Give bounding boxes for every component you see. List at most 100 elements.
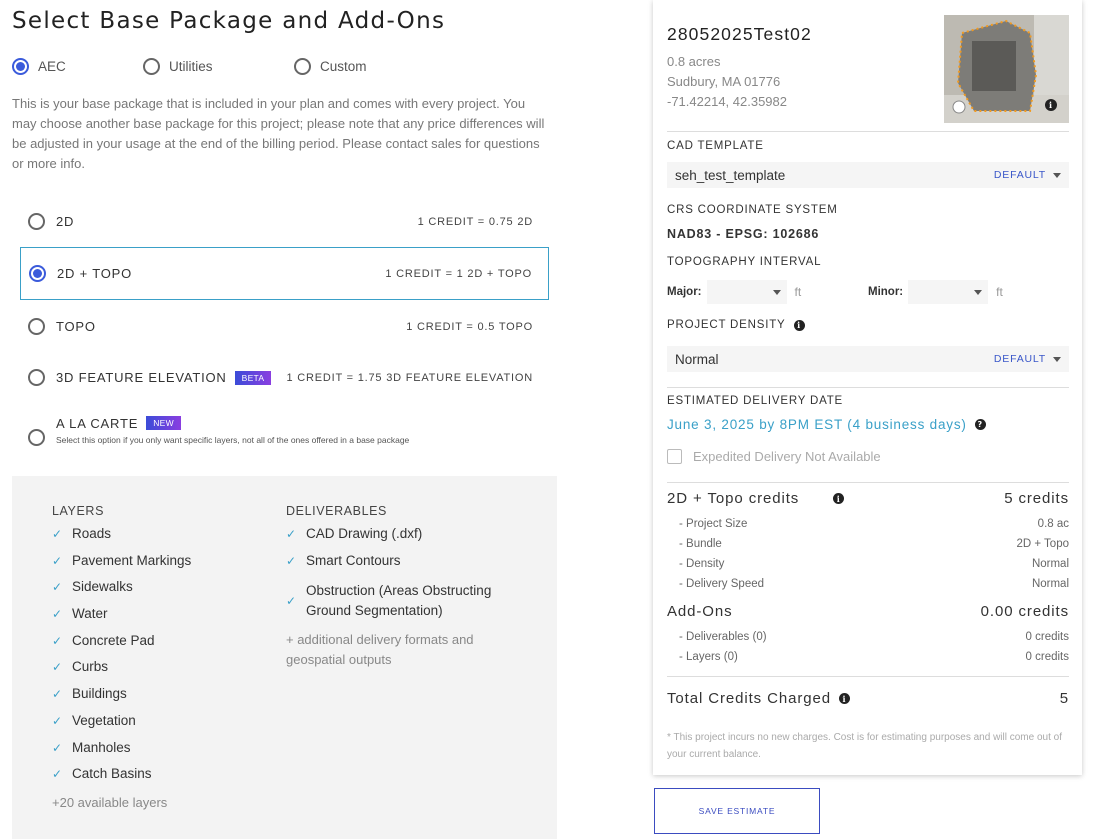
- package-a-la-carte[interactable]: A LA CARTE NEW Select this option if you…: [20, 403, 549, 457]
- package-name: 2D + TOPO: [57, 266, 132, 281]
- package-topo[interactable]: TOPO 1 CREDIT = 0.5 TOPO: [20, 300, 549, 353]
- addons-row: Add-Ons 0.00 credits: [667, 603, 1069, 620]
- info-icon[interactable]: i: [833, 493, 845, 504]
- package-name: TOPO: [56, 319, 96, 334]
- project-meta: 0.8 acres Sudbury, MA 01776 -71.42214, 4…: [667, 52, 787, 112]
- unit-label: ft: [794, 285, 802, 299]
- list-item: ✓ CAD Drawing (.dxf): [286, 524, 526, 551]
- deliverables-heading: DELIVERABLES: [286, 504, 387, 518]
- radio-button[interactable]: [28, 318, 45, 335]
- list-item: ✓ Vegetation: [52, 711, 191, 738]
- list-item: ✓ Pavement Markings: [52, 551, 191, 578]
- unit-label: ft: [996, 285, 1003, 299]
- chevron-down-icon: [1053, 356, 1061, 362]
- radio-button[interactable]: [294, 58, 311, 75]
- select-value: Normal: [675, 351, 719, 367]
- layers-heading: LAYERS: [52, 504, 105, 518]
- radio-custom[interactable]: Custom: [294, 58, 367, 75]
- credit-detail-row: - Density Normal: [679, 558, 1069, 570]
- major-interval-select[interactable]: [706, 280, 787, 304]
- more-deliverables-text: + additional delivery formats and geospa…: [286, 632, 474, 668]
- project-coords: -71.42214, 42.35982: [667, 94, 787, 109]
- package-name: A LA CARTE: [56, 415, 139, 431]
- select-value: seh_test_template: [675, 167, 786, 183]
- check-icon: ✓: [286, 553, 297, 568]
- check-icon: ✓: [52, 740, 63, 755]
- addons-value: 0.00 credits: [980, 603, 1069, 620]
- radio-label: Utilities: [169, 59, 213, 74]
- check-icon: ✓: [52, 687, 63, 702]
- checkbox[interactable]: [667, 449, 682, 464]
- crs-value: NAD83 - EPSG: 102686: [667, 227, 820, 241]
- expedited-delivery-checkbox[interactable]: Expedited Delivery Not Available: [667, 449, 881, 464]
- check-icon: ✓: [52, 633, 63, 648]
- credits-label: 2D + Topo credits: [667, 490, 800, 507]
- delivery-date-value: June 3, 2025 by 8PM EST (4 business days…: [667, 417, 967, 432]
- radio-button[interactable]: [29, 265, 46, 282]
- list-item: ✓ Concrete Pad: [52, 631, 191, 658]
- radio-button[interactable]: [12, 58, 29, 75]
- project-map-thumbnail[interactable]: i: [944, 15, 1069, 123]
- beta-badge: BETA: [234, 370, 272, 385]
- estimate-panel: 28052025Test02 0.8 acres Sudbury, MA 017…: [653, 0, 1082, 775]
- radio-button[interactable]: [28, 428, 45, 446]
- check-icon: ✓: [52, 580, 63, 595]
- radio-button[interactable]: [28, 369, 45, 386]
- base-credits-row: 2D + Topo credits i 5 credits: [667, 490, 1069, 507]
- more-layers-text: +20 available layers: [52, 794, 168, 810]
- list-item: ✓ Obstruction (Areas Obstructing Ground S…: [286, 582, 492, 618]
- total-label: Total Credits Charged: [667, 690, 831, 707]
- new-badge: NEW: [146, 416, 181, 430]
- check-icon: ✓: [52, 660, 63, 675]
- minor-interval-select[interactable]: [908, 280, 989, 304]
- addon-detail-row: - Deliverables (0) 0 credits: [679, 631, 1069, 643]
- checkbox-label: Expedited Delivery Not Available: [693, 449, 881, 464]
- delivery-date-label: ESTIMATED DELIVERY DATE: [667, 395, 844, 407]
- check-icon: ✓: [52, 527, 63, 541]
- package-2d-topo[interactable]: 2D + TOPO 1 CREDIT = 1 2D + TOPO: [20, 247, 549, 300]
- radio-utilities[interactable]: Utilities: [143, 58, 294, 75]
- chevron-down-icon: [974, 289, 983, 295]
- save-estimate-button[interactable]: SAVE ESTIMATE: [654, 788, 820, 834]
- help-icon[interactable]: ?: [974, 419, 986, 430]
- list-item: ✓ Curbs: [52, 657, 191, 684]
- radio-label: AEC: [38, 59, 66, 74]
- check-icon: ✓: [286, 527, 297, 541]
- project-density-select[interactable]: Normal DEFAULT: [667, 346, 1069, 372]
- footnote: * This project incurs no new charges. Co…: [667, 732, 1062, 760]
- list-item: ✓ Water: [52, 604, 191, 631]
- package-credit: 1 CREDIT = 0.5 TOPO: [406, 320, 533, 333]
- radio-button[interactable]: [28, 213, 45, 230]
- base-package-description: This is your base package that is includ…: [12, 96, 545, 171]
- check-icon: ✓: [52, 713, 63, 728]
- base-type-group: AEC Utilities Custom: [12, 58, 367, 75]
- package-3d-feature-elevation[interactable]: 3D FEATURE ELEVATION BETA 1 CREDIT = 1.7…: [20, 351, 549, 404]
- chevron-down-icon: [1053, 172, 1061, 178]
- radio-label: Custom: [320, 59, 367, 74]
- page-title: Select Base Package and Add-Ons: [12, 8, 446, 34]
- radio-aec[interactable]: AEC: [12, 58, 143, 75]
- check-icon: ✓: [52, 767, 63, 782]
- radio-button[interactable]: [143, 58, 160, 75]
- package-contents-panel: LAYERS ✓ Roads ✓ Pavement Markings ✓ Sidewa…: [12, 476, 557, 839]
- info-icon[interactable]: i: [838, 693, 850, 704]
- package-name: 3D FEATURE ELEVATION: [56, 370, 227, 385]
- package-2d[interactable]: 2D 1 CREDIT = 0.75 2D: [20, 195, 549, 248]
- project-density-heading: PROJECT DENSITY i: [667, 319, 805, 331]
- project-density-label: PROJECT DENSITY: [667, 319, 786, 331]
- chevron-down-icon: [772, 289, 781, 295]
- credit-detail-row: - Bundle 2D + Topo: [679, 538, 1069, 550]
- svg-text:i: i: [1049, 100, 1052, 110]
- layers-column: LAYERS ✓ Roads ✓ Pavement Markings ✓ Sidewa…: [52, 504, 191, 813]
- cad-template-select[interactable]: seh_test_template DEFAULT: [667, 162, 1069, 188]
- check-icon: ✓: [52, 553, 63, 568]
- check-icon: ✓: [286, 593, 297, 608]
- info-icon[interactable]: i: [793, 319, 805, 331]
- package-credit: 1 CREDIT = 0.75 2D: [417, 215, 533, 228]
- list-item: ✓ Buildings: [52, 684, 191, 711]
- package-credit: 1 CREDIT = 1 2D + TOPO: [385, 267, 532, 280]
- list-item: ✓ Manholes: [52, 738, 191, 765]
- project-acres: 0.8 acres: [667, 54, 721, 69]
- check-icon: ✓: [52, 607, 63, 622]
- delivery-date: June 3, 2025 by 8PM EST (4 business days…: [667, 417, 986, 432]
